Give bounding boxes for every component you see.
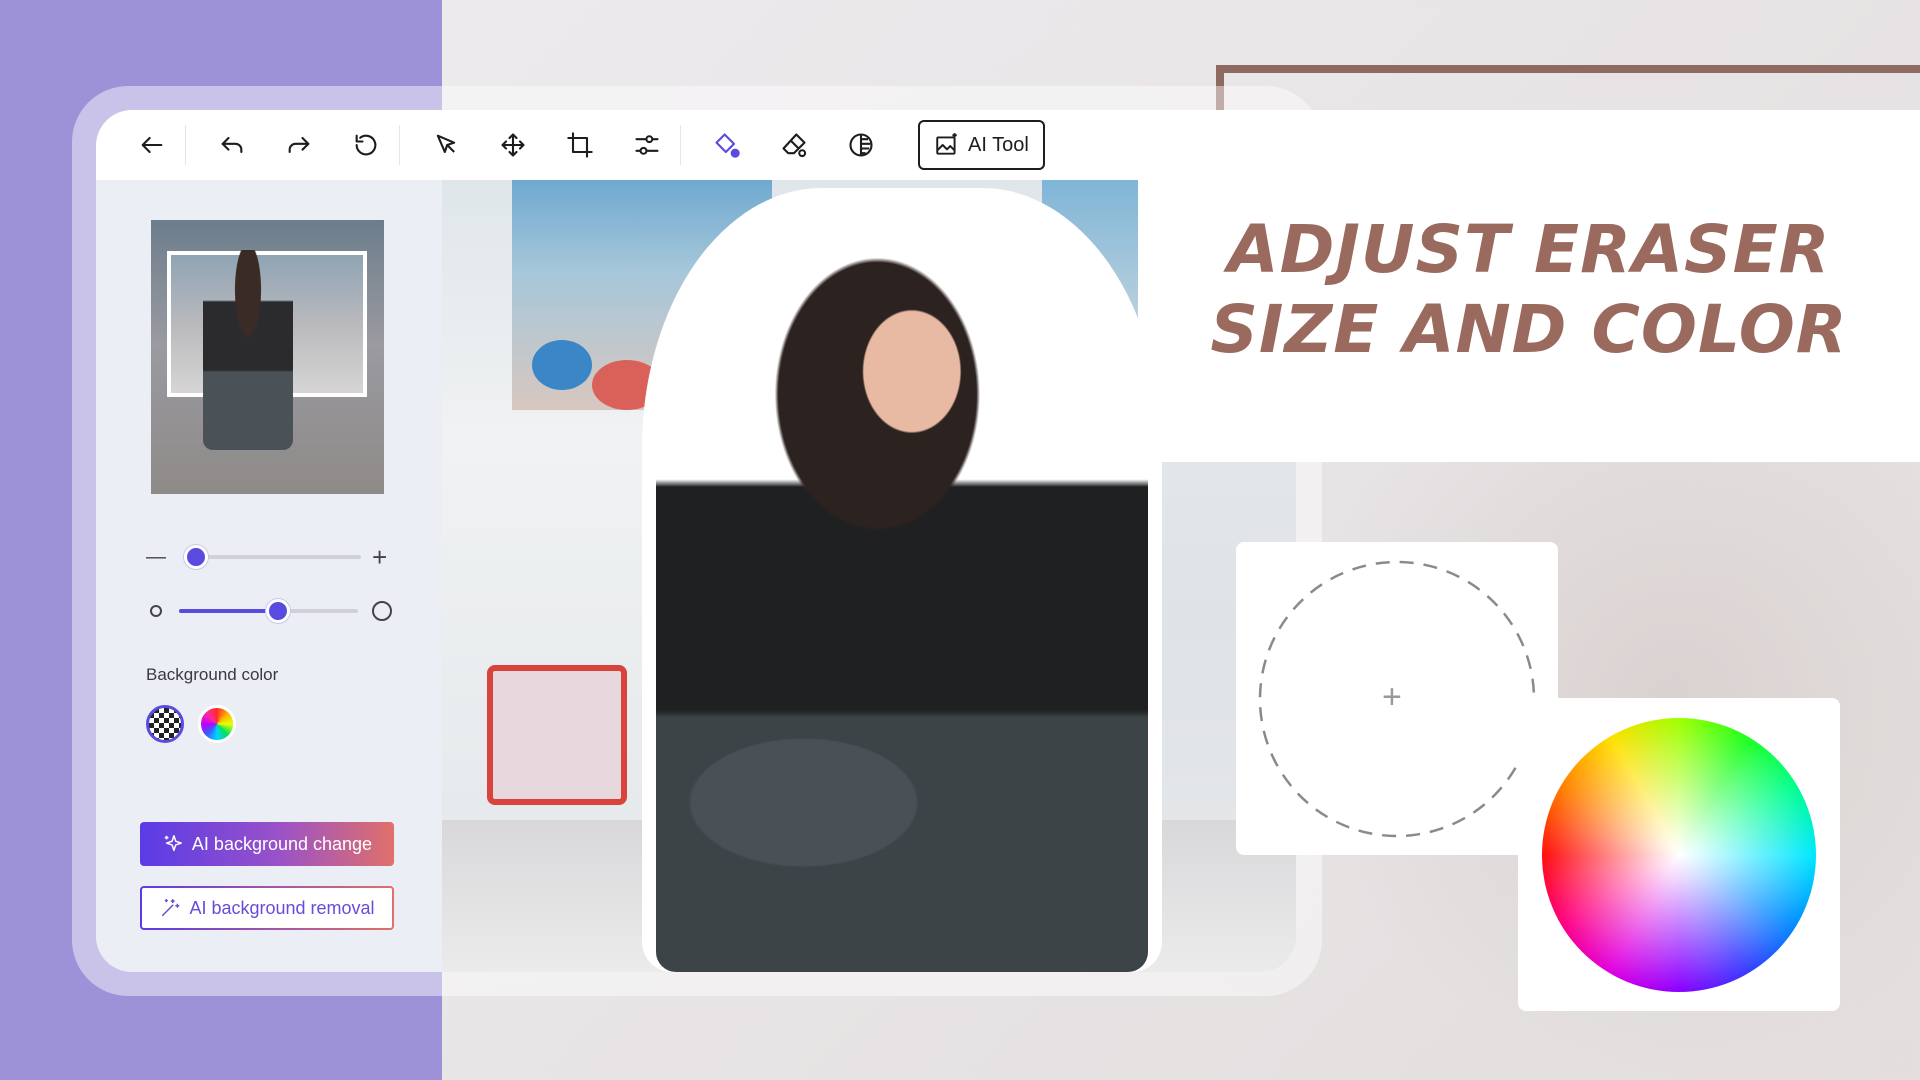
eraser-size-track[interactable] — [186, 555, 361, 559]
redo-icon[interactable] — [279, 125, 319, 165]
magic-wand-icon — [162, 899, 180, 917]
eraser-hardness-fill — [179, 609, 279, 613]
undo-icon[interactable] — [212, 125, 252, 165]
select-cursor-icon[interactable] — [426, 125, 466, 165]
toolbar-divider — [185, 125, 186, 165]
eraser-hardness-handle[interactable] — [266, 599, 290, 623]
contrast-icon[interactable] — [841, 125, 881, 165]
photo-toy — [532, 340, 592, 390]
reset-icon[interactable] — [346, 125, 386, 165]
eraser-size-slider[interactable]: — + — [146, 542, 391, 572]
thumbnail-subject — [203, 250, 293, 450]
image-thumbnail[interactable] — [151, 220, 384, 494]
back-arrow-icon[interactable] — [132, 125, 172, 165]
crop-icon[interactable] — [560, 125, 600, 165]
color-wheel[interactable] — [1542, 718, 1816, 992]
color-picker-card — [1518, 698, 1840, 1011]
toolbar-divider — [680, 125, 681, 165]
ai-background-change-label: AI background change — [191, 833, 373, 854]
headline-line-1: ADJUST ERASER — [1227, 211, 1831, 288]
toolbar-divider — [399, 125, 400, 165]
editor-window: AI Tool — + Background color AI backgrou… — [96, 110, 1296, 972]
size-decrease-icon[interactable]: — — [146, 542, 166, 572]
eraser-size-handle[interactable] — [184, 545, 208, 569]
small-brush-icon[interactable] — [150, 605, 162, 617]
ai-tool-label: AI Tool — [968, 133, 1029, 156]
side-panel: — + Background color AI background chang… — [96, 180, 442, 972]
ai-background-change-button[interactable]: AI background change — [140, 822, 394, 866]
size-increase-icon[interactable]: + — [372, 542, 387, 572]
move-icon[interactable] — [493, 125, 533, 165]
ai-tool-button[interactable]: AI Tool — [918, 120, 1045, 170]
toolbar: AI Tool — [96, 110, 1296, 180]
ai-background-removal-label: AI background removal — [189, 897, 375, 918]
sparkle-icon — [164, 835, 182, 852]
headline-line-2: SIZE AND COLOR — [1210, 291, 1848, 368]
subject-jeans — [656, 202, 1148, 972]
eraser-icon[interactable] — [774, 125, 814, 165]
fill-color-icon[interactable] — [707, 125, 747, 165]
headline-card: ADJUST ERASER SIZE AND COLOR — [1138, 110, 1920, 462]
image-sparkle-icon — [936, 133, 957, 155]
photo-red-box — [487, 665, 627, 805]
headline-title: ADJUST ERASER SIZE AND COLOR — [1138, 210, 1920, 370]
transparent-swatch[interactable] — [146, 705, 184, 743]
large-brush-icon[interactable] — [372, 601, 392, 621]
ai-background-removal-button[interactable]: AI background removal — [140, 886, 394, 930]
crosshair-icon: + — [1382, 678, 1402, 716]
eraser-size-preview: + — [1236, 542, 1558, 855]
custom-color-swatch[interactable] — [198, 705, 236, 743]
eraser-hardness-slider[interactable] — [146, 596, 392, 626]
adjust-sliders-icon[interactable] — [627, 125, 667, 165]
background-color-label: Background color — [146, 665, 279, 684]
